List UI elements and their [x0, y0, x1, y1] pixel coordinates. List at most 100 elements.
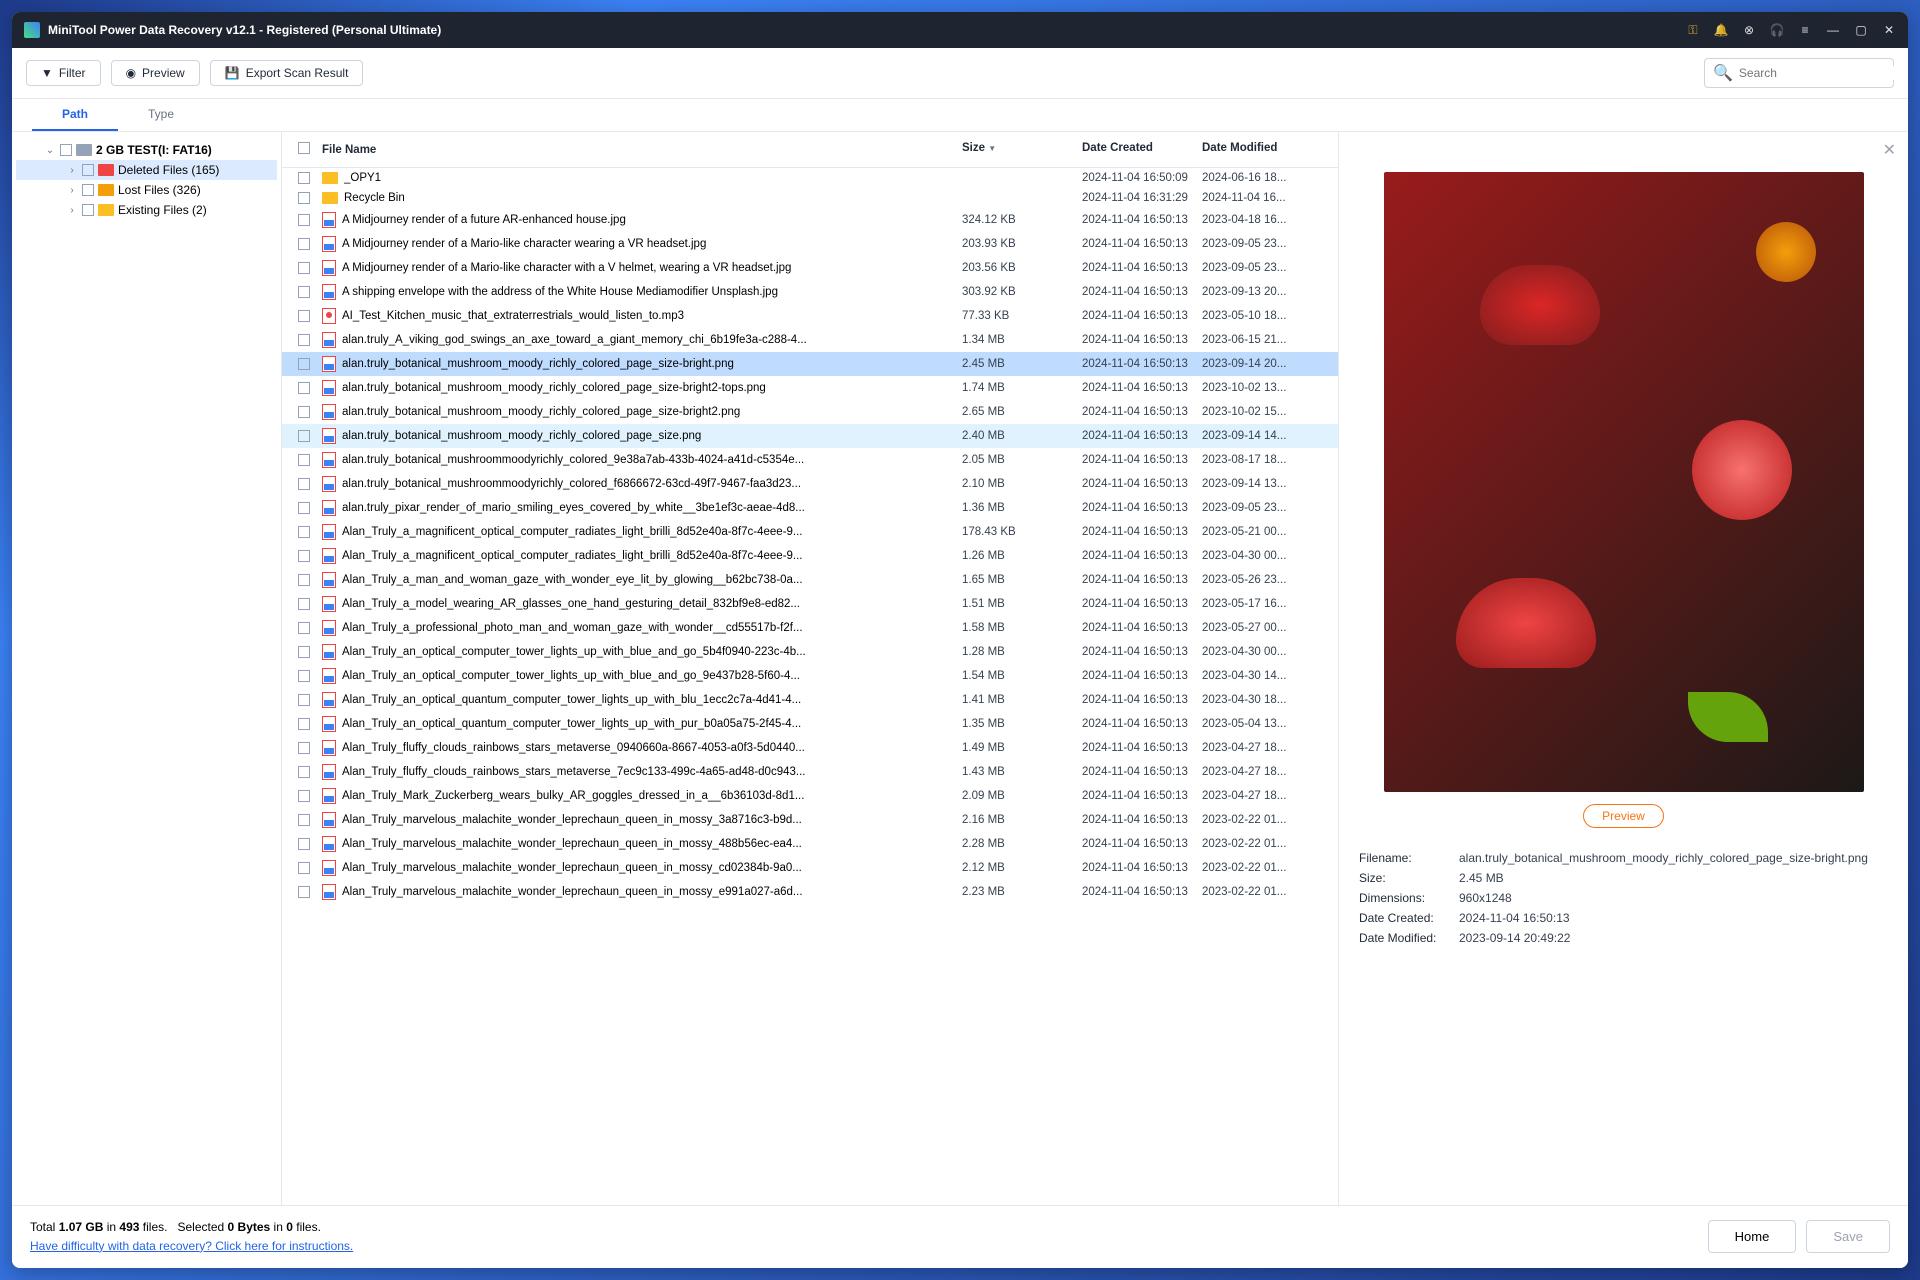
row-checkbox[interactable]	[298, 238, 310, 250]
table-row[interactable]: Alan_Truly_a_magnificent_optical_compute…	[282, 520, 1338, 544]
row-checkbox[interactable]	[298, 454, 310, 466]
row-checkbox[interactable]	[298, 192, 310, 204]
row-checkbox[interactable]	[298, 172, 310, 184]
row-checkbox[interactable]	[298, 334, 310, 346]
close-preview-icon[interactable]: ✕	[1883, 140, 1896, 160]
table-row[interactable]: Alan_Truly_an_optical_computer_tower_lig…	[282, 640, 1338, 664]
key-icon[interactable]: ⚿	[1686, 23, 1700, 37]
help-link[interactable]: Have difficulty with data recovery? Clic…	[30, 1239, 353, 1253]
table-row[interactable]: alan.truly_botanical_mushroommoodyrichly…	[282, 448, 1338, 472]
table-row[interactable]: Recycle Bin2024-11-04 16:31:292024-11-04…	[282, 188, 1338, 208]
table-row[interactable]: Alan_Truly_marvelous_malachite_wonder_le…	[282, 856, 1338, 880]
row-checkbox[interactable]	[298, 526, 310, 538]
row-checkbox[interactable]	[298, 478, 310, 490]
table-row[interactable]: alan.truly_botanical_mushroom_moody_rich…	[282, 424, 1338, 448]
chevron-down-icon[interactable]: ⌄	[44, 145, 56, 156]
chevron-right-icon[interactable]: ›	[66, 165, 78, 176]
table-row[interactable]: Alan_Truly_marvelous_malachite_wonder_le…	[282, 880, 1338, 904]
tree-root[interactable]: ⌄ 2 GB TEST(I: FAT16)	[16, 140, 277, 160]
table-row[interactable]: Alan_Truly_a_magnificent_optical_compute…	[282, 544, 1338, 568]
row-checkbox[interactable]	[298, 382, 310, 394]
table-row[interactable]: alan.truly_botanical_mushroom_moody_rich…	[282, 376, 1338, 400]
chevron-right-icon[interactable]: ›	[66, 185, 78, 196]
checkbox[interactable]	[82, 184, 94, 196]
row-checkbox[interactable]	[298, 286, 310, 298]
table-row[interactable]: alan.truly_botanical_mushroom_moody_rich…	[282, 400, 1338, 424]
row-checkbox[interactable]	[298, 718, 310, 730]
search-box[interactable]: 🔍	[1704, 58, 1894, 88]
table-row[interactable]: alan.truly_A_viking_god_swings_an_axe_to…	[282, 328, 1338, 352]
row-checkbox[interactable]	[298, 622, 310, 634]
table-row[interactable]: Alan_Truly_a_man_and_woman_gaze_with_won…	[282, 568, 1338, 592]
table-row[interactable]: Alan_Truly_fluffy_clouds_rainbows_stars_…	[282, 760, 1338, 784]
row-checkbox[interactable]	[298, 886, 310, 898]
row-checkbox[interactable]	[298, 670, 310, 682]
table-row[interactable]: Alan_Truly_an_optical_quantum_computer_t…	[282, 712, 1338, 736]
row-checkbox[interactable]	[298, 598, 310, 610]
row-checkbox[interactable]	[298, 406, 310, 418]
row-checkbox[interactable]	[298, 790, 310, 802]
checkbox[interactable]	[60, 144, 72, 156]
table-row[interactable]: A Midjourney render of a Mario-like char…	[282, 256, 1338, 280]
row-checkbox[interactable]	[298, 262, 310, 274]
home-button[interactable]: Home	[1708, 1220, 1797, 1253]
select-all-checkbox[interactable]	[298, 142, 310, 154]
minimize-icon[interactable]: —	[1826, 23, 1840, 37]
table-row[interactable]: Alan_Truly_a_professional_photo_man_and_…	[282, 616, 1338, 640]
table-row[interactable]: A Midjourney render of a Mario-like char…	[282, 232, 1338, 256]
table-row[interactable]: alan.truly_botanical_mushroommoodyrichly…	[282, 472, 1338, 496]
grid-body[interactable]: _OPY12024-11-04 16:50:092024-06-16 18...…	[282, 168, 1338, 1205]
table-row[interactable]: alan.truly_pixar_render_of_mario_smiling…	[282, 496, 1338, 520]
table-row[interactable]: Alan_Truly_fluffy_clouds_rainbows_stars_…	[282, 736, 1338, 760]
tree-lost-files[interactable]: › Lost Files (326)	[16, 180, 277, 200]
tree-deleted-files[interactable]: › Deleted Files (165)	[16, 160, 277, 180]
table-row[interactable]: Alan_Truly_a_model_wearing_AR_glasses_on…	[282, 592, 1338, 616]
table-row[interactable]: A shipping envelope with the address of …	[282, 280, 1338, 304]
row-checkbox[interactable]	[298, 742, 310, 754]
row-checkbox[interactable]	[298, 862, 310, 874]
table-row[interactable]: Alan_Truly_Mark_Zuckerberg_wears_bulky_A…	[282, 784, 1338, 808]
row-checkbox[interactable]	[298, 310, 310, 322]
bell-icon[interactable]: 🔔	[1714, 23, 1728, 37]
row-checkbox[interactable]	[298, 502, 310, 514]
row-checkbox[interactable]	[298, 766, 310, 778]
tree-existing-files[interactable]: › Existing Files (2)	[16, 200, 277, 220]
row-checkbox[interactable]	[298, 550, 310, 562]
row-checkbox[interactable]	[298, 358, 310, 370]
open-preview-button[interactable]: Preview	[1583, 804, 1664, 828]
table-row[interactable]: Alan_Truly_an_optical_quantum_computer_t…	[282, 688, 1338, 712]
table-row[interactable]: Alan_Truly_an_optical_computer_tower_lig…	[282, 664, 1338, 688]
save-button[interactable]: Save	[1806, 1220, 1890, 1253]
col-created[interactable]: Date Created	[1082, 142, 1202, 157]
tab-path[interactable]: Path	[32, 99, 118, 131]
table-row[interactable]: A Midjourney render of a future AR-enhan…	[282, 208, 1338, 232]
row-checkbox[interactable]	[298, 574, 310, 586]
table-row[interactable]: alan.truly_botanical_mushroom_moody_rich…	[282, 352, 1338, 376]
headset-icon[interactable]: 🎧	[1770, 23, 1784, 37]
checkbox[interactable]	[82, 164, 94, 176]
search-input[interactable]	[1739, 66, 1894, 80]
row-checkbox[interactable]	[298, 646, 310, 658]
preview-button[interactable]: ◉Preview	[111, 60, 200, 86]
table-row[interactable]: AI_Test_Kitchen_music_that_extraterrestr…	[282, 304, 1338, 328]
col-modified[interactable]: Date Modified	[1202, 142, 1322, 157]
row-checkbox[interactable]	[298, 814, 310, 826]
close-circle-icon[interactable]: ⊗	[1742, 23, 1756, 37]
export-button[interactable]: 💾Export Scan Result	[210, 60, 364, 86]
close-icon[interactable]: ✕	[1882, 23, 1896, 37]
chevron-right-icon[interactable]: ›	[66, 205, 78, 216]
row-checkbox[interactable]	[298, 838, 310, 850]
col-size[interactable]: Size ▼	[962, 142, 1082, 157]
maximize-icon[interactable]: ▢	[1854, 23, 1868, 37]
tab-type[interactable]: Type	[118, 99, 204, 131]
row-checkbox[interactable]	[298, 214, 310, 226]
row-checkbox[interactable]	[298, 694, 310, 706]
row-checkbox[interactable]	[298, 430, 310, 442]
table-row[interactable]: Alan_Truly_marvelous_malachite_wonder_le…	[282, 808, 1338, 832]
table-row[interactable]: _OPY12024-11-04 16:50:092024-06-16 18...	[282, 168, 1338, 188]
checkbox[interactable]	[82, 204, 94, 216]
filter-button[interactable]: ▼Filter	[26, 60, 101, 86]
menu-icon[interactable]: ≡	[1798, 23, 1812, 37]
col-filename[interactable]: File Name	[322, 142, 962, 157]
table-row[interactable]: Alan_Truly_marvelous_malachite_wonder_le…	[282, 832, 1338, 856]
